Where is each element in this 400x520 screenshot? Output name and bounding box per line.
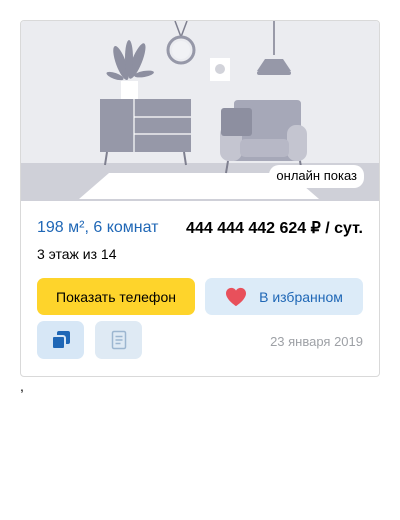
online-viewing-badge: онлайн показ	[269, 165, 364, 188]
favorite-label: В избранном	[259, 288, 343, 305]
show-phone-button[interactable]: Показать телефон	[37, 278, 195, 315]
note-icon	[111, 330, 126, 350]
publish-date: 23 января 2019	[270, 334, 363, 349]
listing-card[interactable]: онлайн показ 198 м², 6 комнат 444 444 44…	[20, 20, 380, 377]
price: 444 444 442 624 ₽ / сут.	[186, 220, 363, 237]
stray-comma: ,	[20, 378, 24, 394]
listing-photo[interactable]: онлайн показ	[21, 21, 379, 201]
favorite-button[interactable]: В избранном	[205, 278, 363, 315]
copy-button[interactable]	[37, 321, 84, 359]
note-button[interactable]	[95, 321, 142, 359]
heart-icon	[226, 287, 247, 306]
area-rooms-link[interactable]: 198 м², 6 комнат	[37, 219, 159, 237]
floor-info: 3 этаж из 14	[37, 246, 117, 262]
copy-icon	[50, 331, 70, 350]
